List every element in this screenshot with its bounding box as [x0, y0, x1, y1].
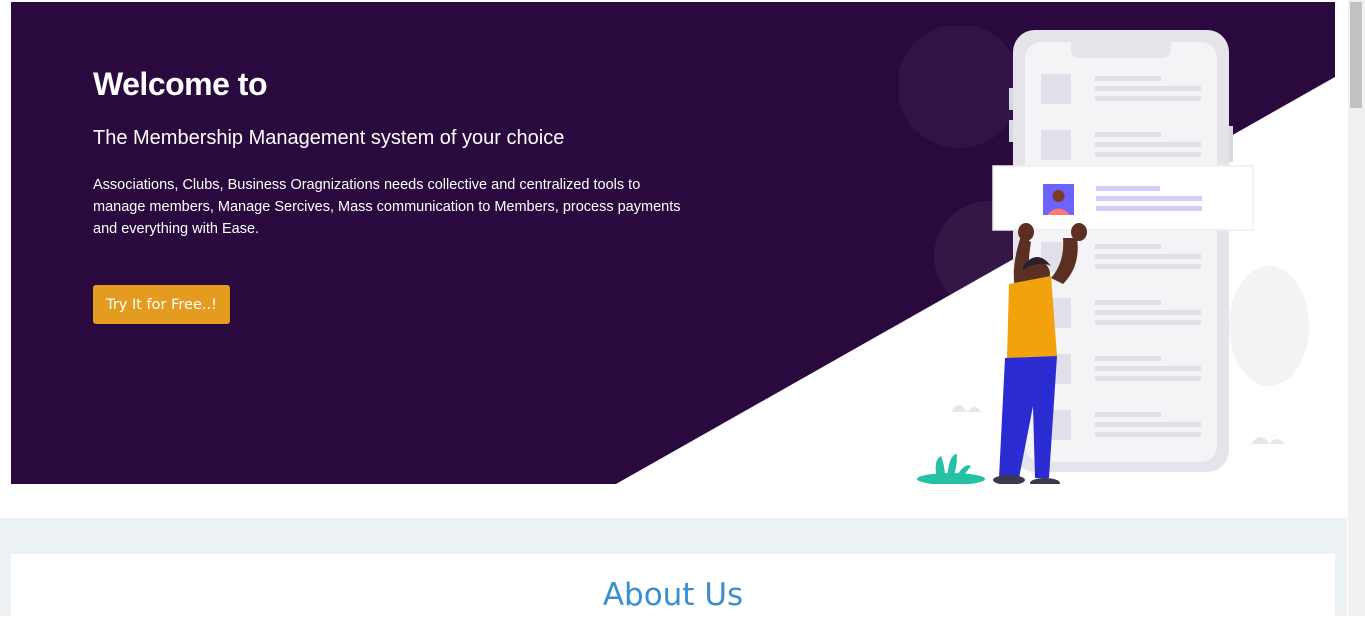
vertical-scrollbar[interactable] — [1348, 0, 1365, 616]
person-holding-phone-card-illustration — [899, 26, 1309, 484]
hero-text-block: Welcome to The Membership Management sys… — [93, 64, 693, 240]
hero-subtitle: The Membership Management system of your… — [93, 127, 565, 149]
hero-title: Welcome to — [93, 66, 268, 102]
about-section: About Us — [0, 518, 1347, 624]
about-title: About Us — [602, 577, 744, 613]
try-free-button[interactable]: Try It for Free..! — [93, 285, 230, 324]
page: Welcome to The Membership Management sys… — [0, 0, 1347, 624]
about-card: About Us — [11, 554, 1335, 624]
hero-description: Associations, Clubs, Business Oragnizati… — [93, 177, 681, 237]
hero-section: Welcome to The Membership Management sys… — [11, 2, 1335, 484]
scrollbar-thumb[interactable] — [1350, 2, 1362, 108]
